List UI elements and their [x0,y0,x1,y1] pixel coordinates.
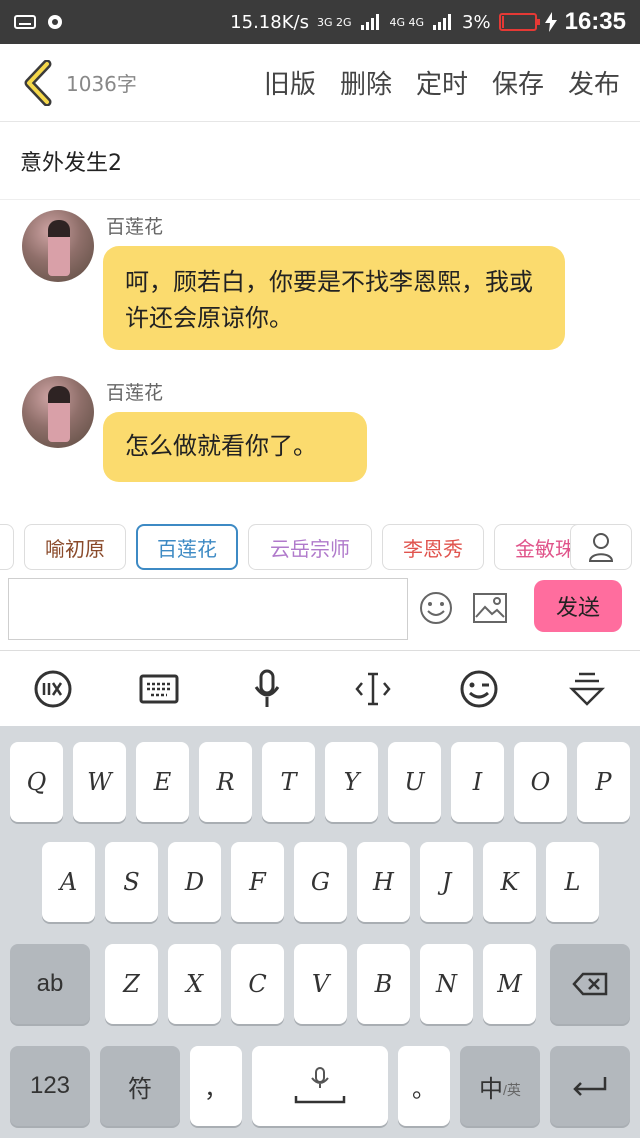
image-button[interactable] [472,590,508,626]
key-y[interactable]: Y [325,742,378,822]
header-actions: 旧版 删除 定时 保存 发布 [264,64,620,101]
key-symbols[interactable]: 符 [100,1046,180,1126]
sender-name: 百莲花 [106,216,164,238]
charging-icon [544,12,557,32]
lang-switch-key[interactable]: 中/英 [460,1046,540,1126]
word-count: 1036字 [66,72,137,96]
net-speed: 15.18K/s [230,11,309,33]
key-c[interactable]: C [231,944,284,1024]
key-k[interactable]: K [483,842,536,922]
key-r[interactable]: R [199,742,252,822]
enter-key[interactable] [550,1046,630,1126]
key-t[interactable]: T [262,742,315,822]
emoji-icon [420,592,452,624]
character-chip-selected[interactable]: 百莲花 [136,524,238,570]
key-a[interactable]: A [42,842,95,922]
back-chevron-icon [24,59,52,106]
key-123[interactable]: 123 [10,1046,90,1126]
ifly-icon [34,670,72,708]
net-indicator-1: 3G 2G [316,15,352,29]
schedule-button[interactable]: 定时 [416,64,468,101]
sender-name: 百莲花 [106,382,164,404]
wink-emoji-icon [460,670,498,708]
key-u[interactable]: U [388,742,441,822]
key-m[interactable]: M [483,944,536,1024]
hide-keyboard-button[interactable] [565,667,609,711]
key-l[interactable]: L [546,842,599,922]
avatar[interactable] [22,210,94,282]
mic-icon [254,669,280,707]
key-h[interactable]: H [357,842,410,922]
battery-icon [498,13,540,31]
key-p[interactable]: P [577,742,630,822]
old-version-button[interactable]: 旧版 [264,64,316,101]
signal-icon [360,14,379,30]
message-bubble[interactable]: 怎么做就看你了。 [103,412,367,482]
save-button[interactable]: 保存 [492,64,544,101]
delete-button[interactable]: 删除 [340,64,392,101]
key-s[interactable]: S [105,842,158,922]
publish-button[interactable]: 发布 [568,64,620,101]
key-g[interactable]: G [294,842,347,922]
battery-percent: 3% [462,11,491,33]
key-f[interactable]: F [231,842,284,922]
back-button[interactable] [12,53,64,113]
lang-main: 中 [479,1075,504,1103]
key-w[interactable]: W [73,742,126,822]
key-o[interactable]: O [514,742,567,822]
keyboard-status-icon [14,15,36,29]
backspace-key[interactable] [550,944,630,1024]
signal-icon-2 [433,14,452,30]
send-button[interactable]: 发送 [534,580,622,632]
cursor-icon [355,672,391,706]
key-n[interactable]: N [420,944,473,1024]
emoji-button[interactable] [418,590,454,626]
image-icon [473,593,507,623]
enter-icon [573,1077,607,1096]
keyboard-toolbar [0,650,640,726]
key-d[interactable]: D [168,842,221,922]
chapter-title[interactable]: 意外发生2 [0,122,640,200]
cursor-move-button[interactable] [351,667,395,711]
key-q[interactable]: Q [10,742,63,822]
key-ab[interactable]: ab [10,944,90,1024]
lang-sub: /英 [503,1082,521,1098]
net-indicator-2: 4G 4G [389,15,425,29]
message-input[interactable] [8,578,408,640]
chip-partial[interactable] [0,524,14,570]
voice-input-button[interactable] [245,667,289,711]
keyboard-switch-button[interactable] [137,667,181,711]
ifly-button[interactable] [31,667,75,711]
message-bubble[interactable]: 呵，顾若白，你要是不找李恩熙，我或许还会原谅你。 [103,246,565,350]
backspace-icon [572,972,608,996]
character-chip[interactable]: 云岳宗师 [248,524,372,570]
key-i[interactable]: I [451,742,504,822]
manage-characters-button[interactable] [570,524,632,570]
person-icon [588,533,614,562]
character-chip[interactable]: 喻初原 [24,524,126,570]
character-chips: 喻初原 百莲花 云岳宗师 李恩秀 金敏珠 [0,518,640,576]
key-period[interactable]: 。 [398,1046,450,1126]
avatar[interactable] [22,376,94,448]
editor-header: 1036字 旧版 删除 定时 保存 发布 [0,44,640,122]
space-mic-icon [294,1067,346,1104]
status-bar: 15.18K/s 3G 2G 4G 4G 3% 16:35 [0,0,640,44]
key-j[interactable]: J [420,842,473,922]
chat-area: 百莲花 呵，顾若白，你要是不找李恩熙，我或许还会原谅你。 百莲花 怎么做就看你了… [0,200,640,500]
space-key[interactable] [252,1046,388,1126]
keyboard: Q W E R T Y U I O P A S D F G H J K L ab… [0,726,640,1138]
key-z[interactable]: Z [105,944,158,1024]
sync-status-icon [48,15,62,29]
key-comma[interactable]: ， [190,1046,242,1126]
key-x[interactable]: X [168,944,221,1024]
key-e[interactable]: E [136,742,189,822]
key-b[interactable]: B [357,944,410,1024]
clock: 16:35 [564,8,626,35]
key-v[interactable]: V [294,944,347,1024]
character-chip[interactable]: 李恩秀 [382,524,484,570]
input-row: 发送 [0,576,640,642]
keyboard-icon [139,674,179,704]
emoji-panel-button[interactable] [457,667,501,711]
collapse-icon [569,672,605,706]
